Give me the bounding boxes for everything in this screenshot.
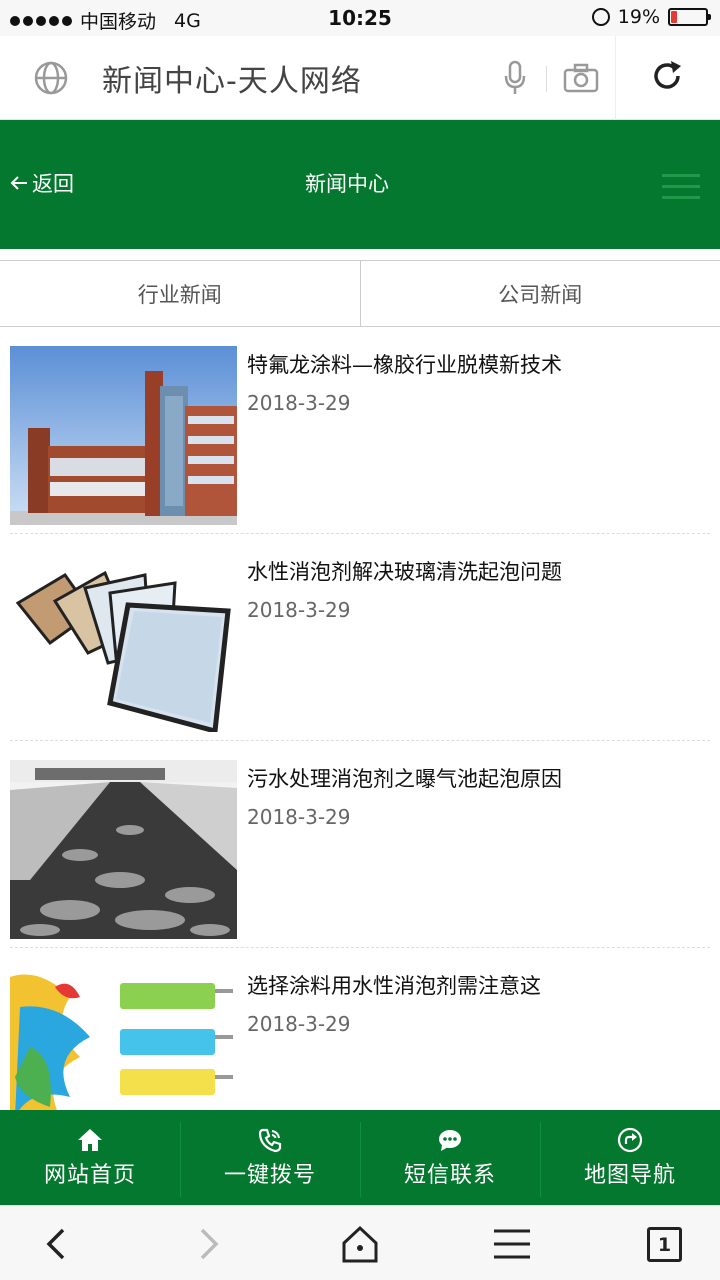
footer-map-label: 地图导航 (583, 1162, 676, 1188)
news-date: 2018-3-29 (247, 598, 351, 622)
building-photo[interactable] (10, 346, 237, 525)
menu-icon[interactable] (492, 1224, 532, 1264)
news-date: 2018-3-29 (247, 391, 351, 415)
back-icon[interactable] (37, 1224, 77, 1264)
page-title: 新闻中心 (305, 172, 389, 196)
footer-home-button[interactable]: 网站首页 (0, 1110, 180, 1205)
tab-industry-news[interactable]: 行业新闻 (0, 261, 360, 326)
hamburger-icon[interactable] (662, 174, 700, 200)
camera-icon[interactable] (563, 63, 599, 93)
paint-rollers-photo[interactable] (10, 967, 237, 1110)
footer-sms-label: 短信联系 (403, 1162, 496, 1188)
footer-map-button[interactable]: 地图导航 (540, 1110, 720, 1205)
divider (615, 36, 616, 120)
list-item[interactable]: 污水处理消泡剂之曝气池起泡原因 2018-3-29 (10, 741, 710, 948)
footer-nav: 网站首页 一键拨号 短信联系 地图导航 (0, 1110, 720, 1205)
navigation-icon (617, 1127, 643, 1152)
tabs-icon[interactable]: 1 (647, 1227, 682, 1262)
reload-icon[interactable] (649, 58, 685, 94)
tab-company-news[interactable]: 公司新闻 (359, 261, 720, 326)
address-bar[interactable]: 新闻中心-天人网络 (0, 36, 720, 120)
aeration-tank-photo[interactable] (10, 760, 237, 939)
glass-panels-photo[interactable] (10, 553, 237, 732)
alarm-icon (591, 8, 610, 26)
footer-sms-button[interactable]: 短信联系 (360, 1110, 540, 1205)
news-list: 特氟龙涂料—橡胶行业脱模新技术 2018-3-29 水性消泡剂解决玻璃清洗起泡问… (0, 327, 720, 1110)
footer-call-label: 一键拨号 (223, 1162, 316, 1188)
browser-toolbar: 1 (0, 1205, 720, 1280)
list-item[interactable]: 水性消泡剂解决玻璃清洗起泡问题 2018-3-29 (10, 534, 710, 741)
battery-percent: 19% (617, 6, 660, 28)
list-item[interactable]: 选择涂料用水性消泡剂需注意这 2018-3-29 (10, 948, 710, 1110)
status-bar: 中国移动 4G 10:25 19% (0, 0, 720, 36)
home-icon (78, 1128, 102, 1151)
page-url-title[interactable]: 新闻中心-天人网络 (102, 56, 362, 100)
news-tabs: 行业新闻 公司新闻 (0, 260, 720, 327)
message-icon (439, 1129, 461, 1151)
news-date: 2018-3-29 (247, 1012, 351, 1036)
divider (546, 66, 547, 92)
list-item[interactable]: 特氟龙涂料—橡胶行业脱模新技术 2018-3-29 (10, 327, 710, 534)
footer-home-label: 网站首页 (43, 1162, 136, 1188)
microphone-icon[interactable] (503, 60, 527, 96)
news-title[interactable]: 选择涂料用水性消泡剂需注意这 (247, 970, 541, 1000)
forward-icon[interactable] (188, 1224, 228, 1264)
news-title[interactable]: 污水处理消泡剂之曝气池起泡原因 (247, 763, 562, 793)
news-title[interactable]: 特氟龙涂料—橡胶行业脱模新技术 (247, 349, 562, 379)
phone-icon (258, 1128, 282, 1152)
page-header: 返回 新闻中心 (0, 120, 720, 249)
battery-icon (668, 8, 711, 26)
news-title[interactable]: 水性消泡剂解决玻璃清洗起泡问题 (247, 556, 562, 586)
news-date: 2018-3-29 (247, 805, 351, 829)
footer-call-button[interactable]: 一键拨号 (180, 1110, 360, 1205)
status-right: 19% (591, 6, 711, 28)
home-icon[interactable] (340, 1224, 380, 1264)
globe-icon (34, 61, 68, 95)
